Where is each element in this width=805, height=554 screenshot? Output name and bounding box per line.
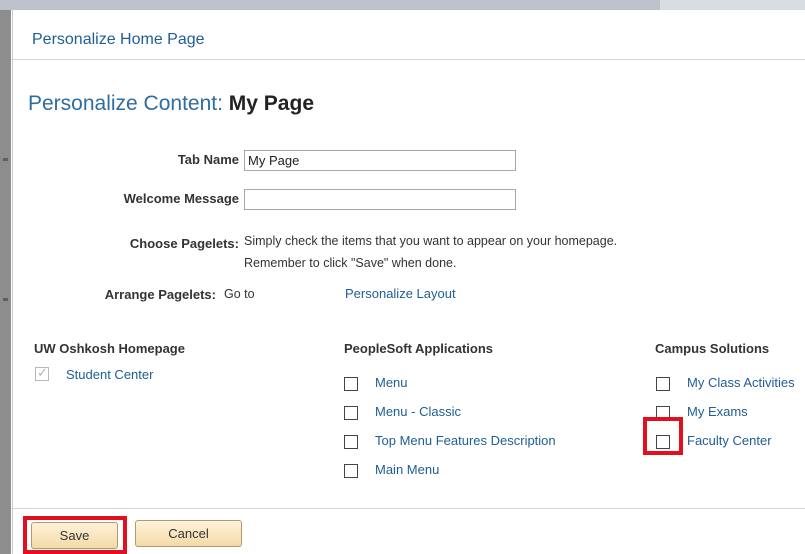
edge-notch — [3, 158, 8, 161]
uw-oshkosh-header: UW Oshkosh Homepage — [34, 341, 185, 356]
background-strip — [0, 0, 805, 10]
choose-instructions-line1: Simply check the items that you want to … — [244, 234, 618, 248]
dialog-title: Personalize Home Page — [32, 31, 205, 48]
dialog-title-bar: Personalize Home Page — [13, 10, 805, 60]
personalize-layout-link[interactable]: Personalize Layout — [345, 286, 456, 301]
my-class-activities-checkbox[interactable] — [656, 377, 670, 391]
top-menu-features-label[interactable]: Top Menu Features Description — [375, 433, 556, 448]
menu-label[interactable]: Menu — [375, 375, 408, 390]
welcome-message-label: Welcome Message — [123, 191, 239, 206]
menu-classic-checkbox[interactable] — [344, 406, 358, 420]
choose-instructions-line2: Remember to click "Save" when done. — [244, 256, 457, 270]
footer-divider — [13, 508, 805, 509]
peoplesoft-header: PeopleSoft Applications — [344, 341, 494, 356]
cancel-button[interactable]: Cancel — [135, 520, 242, 547]
arrange-goto-text: Go to — [224, 287, 255, 301]
faculty-center-label[interactable]: Faculty Center — [687, 433, 772, 448]
campus-solutions-header: Campus Solutions — [655, 341, 770, 356]
my-exams-label[interactable]: My Exams — [687, 404, 748, 419]
menu-checkbox[interactable] — [344, 377, 358, 391]
page-heading: Personalize Content: My Page — [28, 92, 314, 116]
top-menu-features-checkbox[interactable] — [344, 435, 358, 449]
main-menu-label[interactable]: Main Menu — [375, 462, 439, 477]
menu-classic-label[interactable]: Menu - Classic — [375, 404, 461, 419]
background-segment — [660, 0, 805, 10]
save-button[interactable]: Save — [31, 522, 118, 549]
welcome-message-input[interactable] — [244, 189, 516, 210]
tab-name-label: Tab Name — [177, 152, 239, 167]
tab-name-input[interactable] — [244, 150, 516, 171]
personalize-dialog: Personalize Home Page Personalize Conten… — [12, 10, 805, 554]
student-center-label[interactable]: Student Center — [66, 367, 153, 382]
my-class-activities-label[interactable]: My Class Activities — [687, 375, 795, 390]
student-center-checkbox: ✓ — [35, 365, 49, 381]
faculty-center-highlight — [643, 417, 683, 455]
arrange-pagelets-label: Arrange Pagelets: — [104, 287, 216, 302]
page-heading-name: My Page — [228, 92, 314, 115]
checkmark-icon: ✓ — [37, 365, 48, 380]
choose-pagelets-label: Choose Pagelets: — [129, 236, 239, 251]
page-heading-prefix: Personalize Content: — [28, 92, 223, 115]
background-window-edge — [0, 10, 11, 554]
main-menu-checkbox[interactable] — [344, 464, 358, 478]
